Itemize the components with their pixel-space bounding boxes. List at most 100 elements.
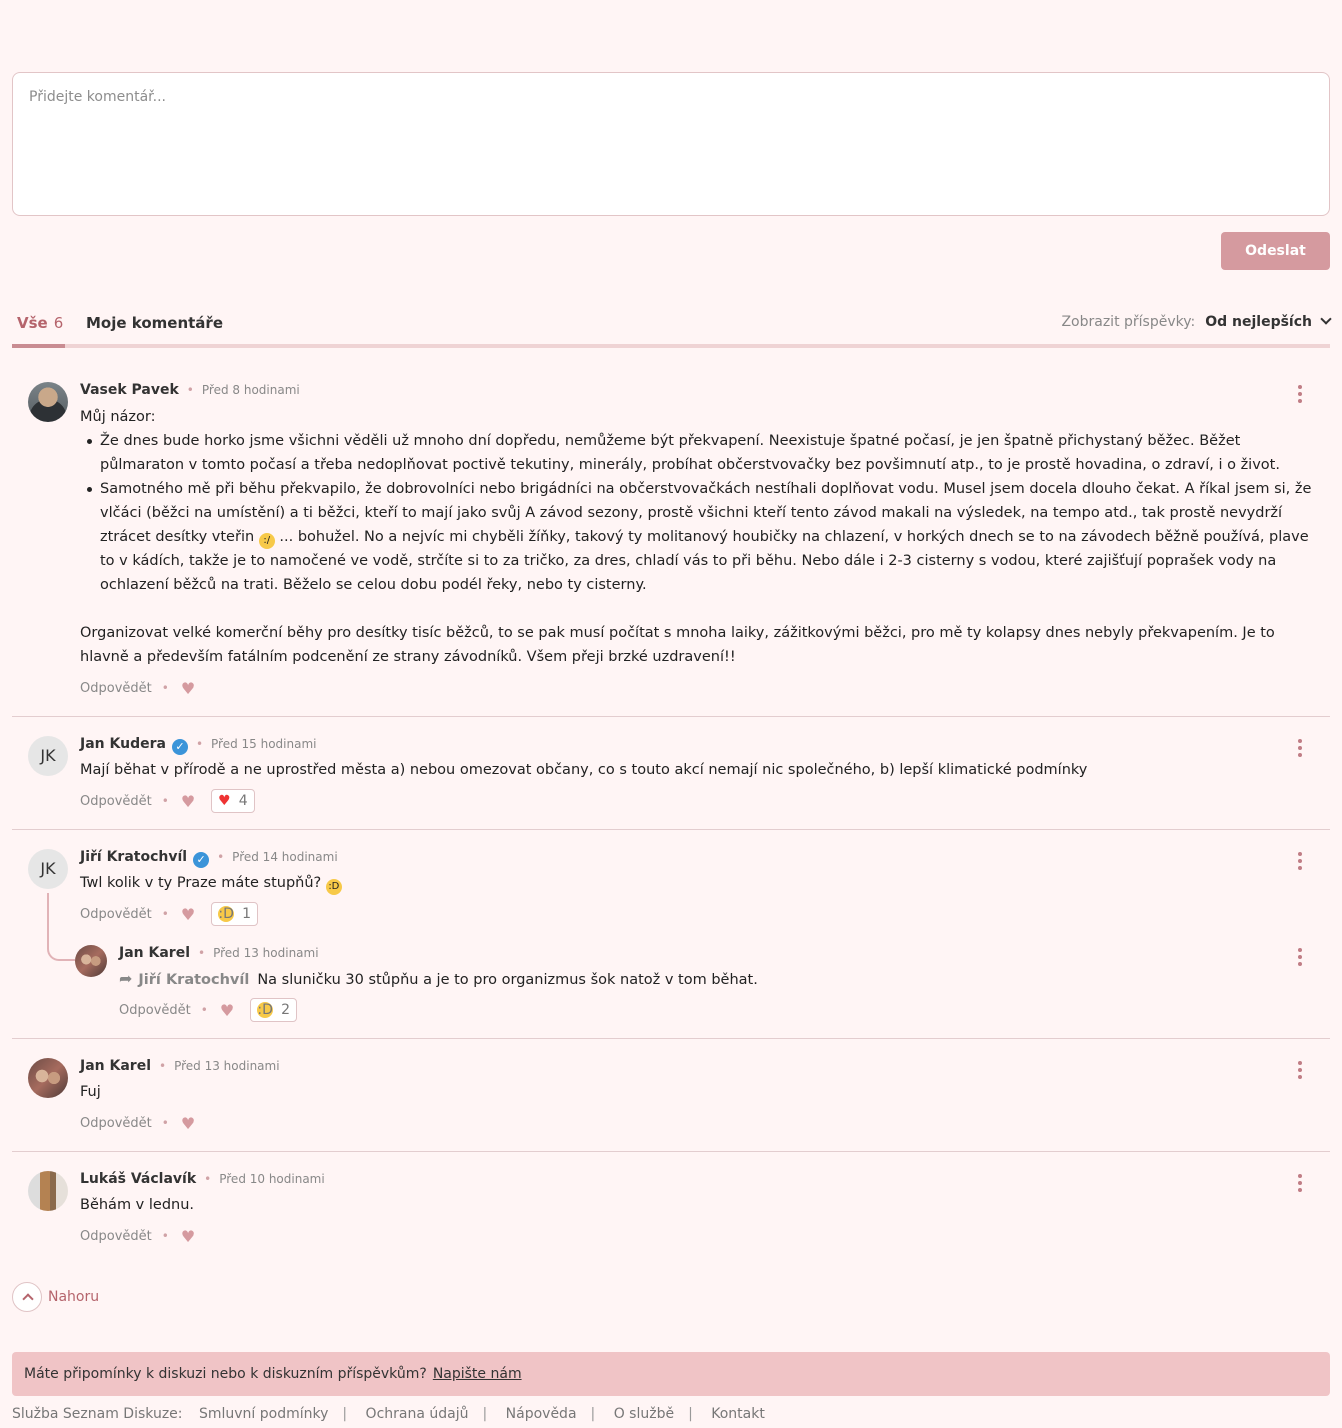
timestamp: Před 8 hodinami xyxy=(201,383,300,397)
timestamp: Před 14 hodinami xyxy=(232,850,338,864)
comment-text: Mají běhat v přírodě a ne uprostřed měst… xyxy=(80,762,1088,778)
timestamp: Před 13 hodinami xyxy=(174,1059,280,1073)
comment-intro: Můj názor: xyxy=(80,409,156,425)
verified-icon: ✓ xyxy=(171,739,188,755)
back-to-top-label: Nahoru xyxy=(48,1289,100,1305)
more-vertical-icon[interactable] xyxy=(1298,948,1302,966)
divider xyxy=(12,829,1330,830)
reply-to-author[interactable]: Jiří Kratochvíl xyxy=(138,972,249,988)
author-name[interactable]: Jiří Kratochvíl xyxy=(80,849,187,865)
reply-link[interactable]: Odpovědět xyxy=(80,794,152,809)
list-item-text: ... bohužel. No a nejvíc mi chyběli žíňk… xyxy=(100,529,1309,593)
comment-actions: Odpovědět • ♥ :D 1 xyxy=(80,901,259,927)
reply-link[interactable]: Odpovědět xyxy=(119,1003,191,1018)
chevron-down-icon xyxy=(1320,313,1332,325)
reply-link[interactable]: Odpovědět xyxy=(80,1229,152,1244)
verified-icon: ✓ xyxy=(193,852,210,868)
avatar[interactable] xyxy=(28,382,68,422)
send-button[interactable]: Odeslat xyxy=(1221,232,1330,270)
tabs-bar: Vše 6 Moje komentáře Zobrazit příspěvky: O… xyxy=(12,300,1332,348)
comment-text: Na sluničku 30 stůpňu a je to pro organi… xyxy=(257,972,758,988)
author-name[interactable]: Jan Karel xyxy=(119,945,190,961)
separator-dot: • xyxy=(204,1172,212,1186)
separator-dot: • xyxy=(198,946,206,960)
reaction-badge[interactable]: :D 2 xyxy=(250,998,298,1022)
comment-actions: Odpovědět • ♥ xyxy=(80,1226,195,1246)
tab-my-comments[interactable]: Moje komentáře xyxy=(86,314,223,332)
separator: | xyxy=(688,1406,693,1422)
divider xyxy=(12,716,1330,717)
avatar[interactable]: JK xyxy=(28,736,68,776)
footer-label: Služba Seznam Diskuze: xyxy=(12,1406,183,1422)
separator-dot: • xyxy=(161,681,169,695)
author-name[interactable]: Vasek Pavek xyxy=(80,382,179,398)
separator-dot: • xyxy=(161,794,169,808)
footer-link-privacy[interactable]: Ochrana údajů xyxy=(366,1406,469,1422)
comment-actions: Odpovědět • ♥ xyxy=(80,678,195,698)
author-name[interactable]: Lukáš Václavík xyxy=(80,1171,196,1187)
active-tab-indicator xyxy=(12,344,65,348)
author-name[interactable]: Jan Karel xyxy=(80,1058,151,1074)
timestamp: Před 10 hodinami xyxy=(219,1172,325,1186)
feedback-link[interactable]: Napište nám xyxy=(433,1366,522,1382)
reply-link[interactable]: Odpovědět xyxy=(80,907,152,922)
chevron-up-icon xyxy=(12,1282,42,1312)
more-vertical-icon[interactable] xyxy=(1298,1174,1302,1192)
separator-dot: • xyxy=(161,907,169,921)
tab-all[interactable]: Vše 6 xyxy=(17,314,63,332)
divider xyxy=(12,1038,1330,1039)
author-name[interactable]: Jan Kudera xyxy=(80,736,166,752)
more-vertical-icon[interactable] xyxy=(1298,739,1302,757)
separator-dot: • xyxy=(195,737,204,751)
more-vertical-icon[interactable] xyxy=(1298,852,1302,870)
comment-input[interactable] xyxy=(29,89,1313,199)
feedback-text: Máte připomínky k diskuzi nebo k diskuzn… xyxy=(24,1366,427,1382)
comment-text: Fuj xyxy=(80,1084,101,1100)
tab-all-label: Vše xyxy=(17,314,48,332)
sort-dropdown[interactable]: Zobrazit příspěvky: Od nejlepších xyxy=(1061,313,1332,330)
comment-body: Můj názor: Že dnes bude horko jsme všich… xyxy=(80,405,1316,669)
separator-dot: • xyxy=(159,1059,167,1073)
reaction-badge[interactable]: ♥ 4 xyxy=(211,789,255,813)
list-item: Samotného mě při běhu překvapilo, že dob… xyxy=(80,477,1316,597)
comment-header: Jan Kudera ✓ • Před 15 hodinami xyxy=(80,736,317,755)
heart-icon[interactable]: ♥ xyxy=(220,1001,234,1020)
reply-link[interactable]: Odpovědět xyxy=(80,681,152,696)
laughing-emoji-icon: :D xyxy=(325,879,342,895)
reply-link[interactable]: Odpovědět xyxy=(80,1116,152,1131)
footer-link-help[interactable]: Nápověda xyxy=(506,1406,577,1422)
comment-actions: Odpovědět • ♥ xyxy=(80,1113,195,1133)
separator-dot: • xyxy=(161,1116,169,1130)
footer: Služba Seznam Diskuze: Smluvní podmínky |… xyxy=(12,1406,765,1422)
heart-icon[interactable]: ♥ xyxy=(181,792,195,811)
comment-header: Jan Karel • Před 13 hodinami xyxy=(119,945,319,961)
list-item: Že dnes bude horko jsme všichni věděli u… xyxy=(80,429,1316,477)
separator: | xyxy=(590,1406,596,1422)
avatar[interactable] xyxy=(28,1058,68,1098)
comment-text: Twl kolik v ty Praze máte stupňů? xyxy=(80,875,322,891)
footer-link-contact[interactable]: Kontakt xyxy=(711,1406,765,1422)
heart-icon[interactable]: ♥ xyxy=(181,679,195,698)
comment-bullet-list: Že dnes bude horko jsme všichni věděli u… xyxy=(80,429,1316,597)
separator: | xyxy=(342,1406,348,1422)
sort-value: Od nejlepších xyxy=(1205,314,1312,330)
avatar[interactable]: JK xyxy=(28,849,68,889)
heart-icon[interactable]: ♥ xyxy=(181,905,195,924)
timestamp: Před 13 hodinami xyxy=(213,946,319,960)
footer-link-terms[interactable]: Smluvní podmínky xyxy=(199,1406,328,1422)
divider xyxy=(12,1151,1330,1152)
heart-icon[interactable]: ♥ xyxy=(181,1114,195,1133)
reaction-badge[interactable]: :D 1 xyxy=(211,902,259,926)
laughing-reaction-icon: :D xyxy=(257,1002,274,1018)
comment-header: Jiří Kratochvíl ✓ • Před 14 hodinami xyxy=(80,849,338,868)
feedback-banner: Máte připomínky k diskuzi nebo k diskuzn… xyxy=(12,1352,1330,1396)
avatar[interactable] xyxy=(28,1171,68,1211)
heart-icon[interactable]: ♥ xyxy=(181,1227,195,1246)
comment-body: Twl kolik v ty Praze máte stupňů? :D xyxy=(80,871,1316,895)
comment-actions: Odpovědět • ♥ ♥ 4 xyxy=(80,788,255,814)
more-vertical-icon[interactable] xyxy=(1298,1061,1302,1079)
more-vertical-icon[interactable] xyxy=(1298,385,1302,403)
back-to-top-button[interactable]: Nahoru xyxy=(12,1282,99,1312)
footer-link-about[interactable]: O službě xyxy=(614,1406,674,1422)
avatar[interactable] xyxy=(75,945,107,977)
